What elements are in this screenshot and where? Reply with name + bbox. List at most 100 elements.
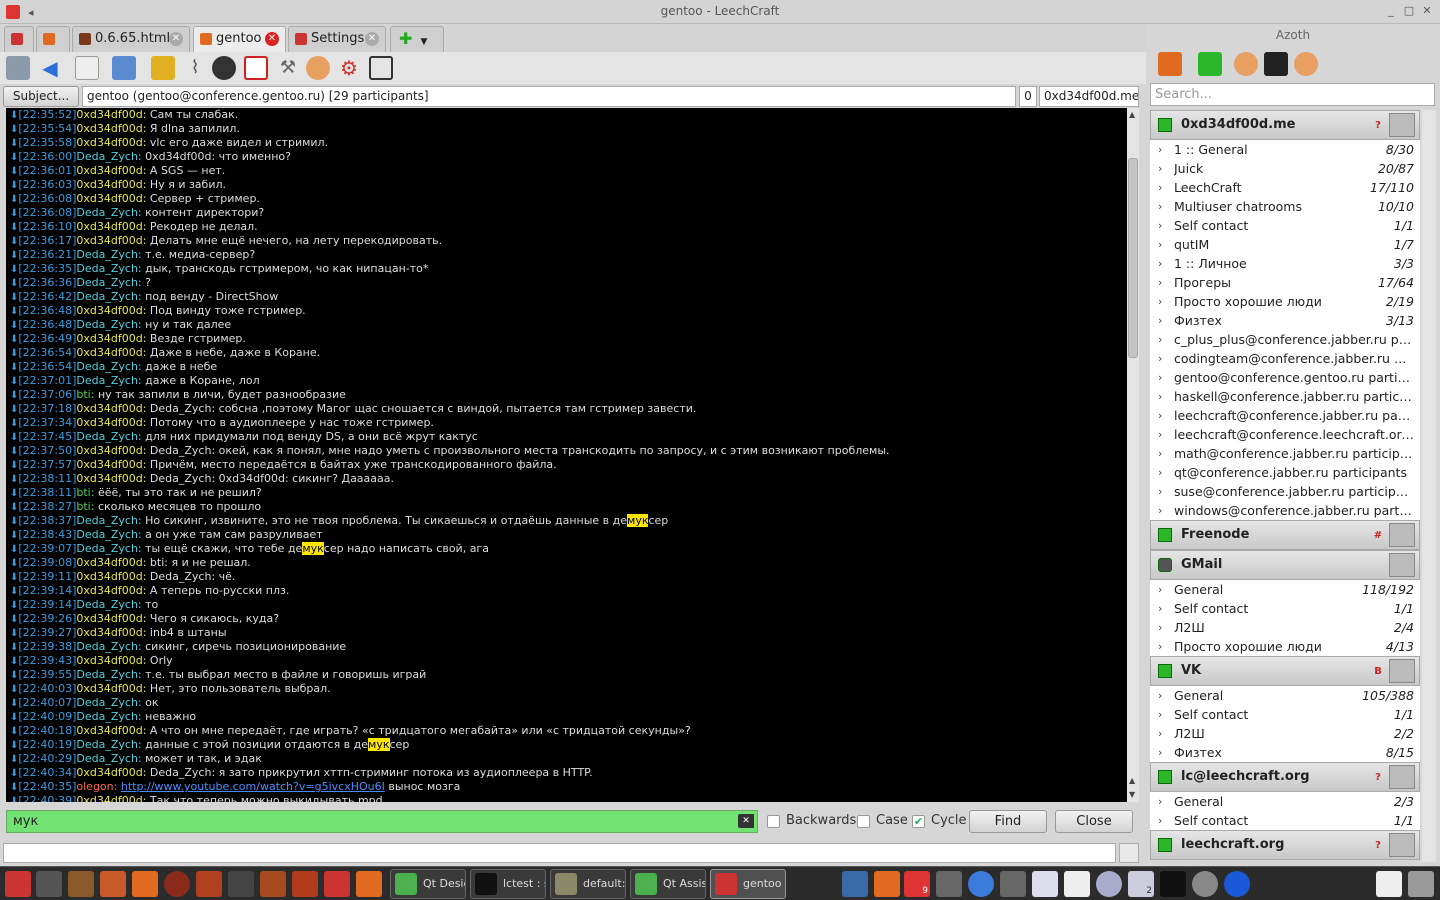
chevron-right-icon[interactable]: ›: [1158, 705, 1162, 724]
account-header[interactable]: Freenode #: [1150, 520, 1420, 550]
close-find-button[interactable]: Close: [1055, 810, 1133, 833]
user-icon[interactable]: [212, 56, 236, 80]
roster-group[interactable]: › leechcraft@conference.leechcraft.org pa…: [1150, 425, 1420, 444]
message-nick[interactable]: 0xd34df00d: [76, 654, 142, 667]
tools-icon[interactable]: ⚒: [276, 56, 300, 80]
message-nick[interactable]: Deda_Zych: [76, 262, 138, 275]
chevron-right-icon[interactable]: ›: [1158, 349, 1162, 368]
download-icon[interactable]: [68, 871, 94, 897]
roster-group[interactable]: › Self contact 1/1: [1150, 705, 1420, 724]
notes-icon[interactable]: [75, 56, 99, 80]
message-nick[interactable]: 0xd34df00d: [76, 472, 142, 485]
add-contact-icon[interactable]: [1234, 52, 1258, 76]
chevron-right-icon[interactable]: ›: [1158, 463, 1162, 482]
message-nick[interactable]: Deda_Zych: [76, 374, 138, 387]
chevron-right-icon[interactable]: ›: [1158, 425, 1162, 444]
roster-group[interactable]: › codingteam@conference.jabber.ru partici…: [1150, 349, 1420, 368]
send-file-icon[interactable]: [112, 56, 136, 80]
roster-group[interactable]: › math@conference.jabber.ru participants: [1150, 444, 1420, 463]
chevron-right-icon[interactable]: ›: [1158, 254, 1162, 273]
message-nick[interactable]: 0xd34df00d: [76, 766, 142, 779]
message-nick[interactable]: bti: [76, 486, 90, 499]
message-nick[interactable]: 0xd34df00d: [76, 584, 142, 597]
chevron-right-icon[interactable]: ›: [1158, 406, 1162, 425]
status-menu-icon[interactable]: [1158, 52, 1182, 76]
participants-icon[interactable]: [306, 56, 330, 80]
roster-group[interactable]: › Multiuser chatrooms 10/10: [1150, 197, 1420, 216]
tab-pinned-1[interactable]: [4, 26, 34, 52]
message-nick[interactable]: Deda_Zych: [76, 738, 138, 751]
roster-group[interactable]: › Л2Ш 2/2: [1150, 724, 1420, 743]
chevron-right-icon[interactable]: ›: [1158, 140, 1162, 159]
message-nick[interactable]: Deda_Zych: [76, 360, 138, 373]
task-default[interactable]: default: ...: [550, 869, 626, 899]
back-icon[interactable]: ◀: [38, 56, 62, 80]
leechcraft-launcher-icon[interactable]: [5, 871, 31, 897]
roster-group[interactable]: › General 2/3: [1150, 792, 1420, 811]
roster-group[interactable]: › Просто хорошие люди 2/19: [1150, 292, 1420, 311]
message-nick[interactable]: Deda_Zych: [76, 248, 138, 261]
system-settings-icon[interactable]: [1096, 871, 1122, 897]
settings-icon[interactable]: [228, 871, 254, 897]
message-nick[interactable]: Deda_Zych: [76, 206, 138, 219]
chevron-right-icon[interactable]: ›: [1158, 197, 1162, 216]
message-nick[interactable]: 0xd34df00d: [76, 682, 142, 695]
message-nick[interactable]: 0xd34df00d: [76, 304, 142, 317]
message-nick[interactable]: Deda_Zych: [76, 640, 138, 653]
roster-group[interactable]: › General 105/388: [1150, 686, 1420, 705]
editor-icon[interactable]: [100, 871, 126, 897]
roster-group[interactable]: › Л2Ш 2/4: [1150, 618, 1420, 637]
tab-settings[interactable]: Settings ✕: [288, 26, 386, 52]
message-nick[interactable]: Deda_Zych: [76, 542, 138, 555]
roster-scrollbar[interactable]: [1422, 110, 1436, 862]
roster-group[interactable]: › Физтех 3/13: [1150, 311, 1420, 330]
roster-group[interactable]: › General 118/192: [1150, 580, 1420, 599]
chevron-right-icon[interactable]: ›: [1158, 618, 1162, 637]
roster-group[interactable]: › Juick 20/87: [1150, 159, 1420, 178]
close-tab-icon[interactable]: ✕: [365, 32, 379, 46]
roster-group[interactable]: › Физтех 8/15: [1150, 743, 1420, 762]
chat-scrollbar[interactable]: ▲ ▲ ▼: [1127, 108, 1139, 802]
task-qt-designer[interactable]: Qt Desig...: [390, 869, 466, 899]
roster-group[interactable]: › c_plus_plus@conference.jabber.ru partic…: [1150, 330, 1420, 349]
chevron-right-icon[interactable]: ›: [1158, 311, 1162, 330]
roster-group[interactable]: › gentoo@conference.gentoo.ru participant…: [1150, 368, 1420, 387]
chevron-right-icon[interactable]: ›: [1158, 482, 1162, 501]
chat-notify-icon[interactable]: 2: [1128, 871, 1154, 897]
task-qt-assistant[interactable]: Qt Assis...: [630, 869, 706, 899]
chevron-right-icon[interactable]: ›: [1158, 387, 1162, 406]
configure-icon[interactable]: ⚙: [337, 56, 361, 80]
find-button[interactable]: Find: [969, 810, 1047, 833]
player-icon[interactable]: [132, 871, 158, 897]
roster-group[interactable]: › Self contact 1/1: [1150, 599, 1420, 618]
scroll-up-icon[interactable]: ▲: [1129, 110, 1135, 119]
scroll-up-icon[interactable]: ▲: [1129, 776, 1135, 785]
message-nick[interactable]: Deda_Zych: [76, 150, 138, 163]
message-nick[interactable]: Deda_Zych: [76, 710, 138, 723]
add-bookmark-icon[interactable]: [244, 56, 268, 80]
roster-group[interactable]: › Прогеры 17/64: [1150, 273, 1420, 292]
resize-grip-icon[interactable]: [1119, 843, 1139, 863]
chevron-right-icon[interactable]: ›: [1158, 792, 1162, 811]
mail-icon[interactable]: 9: [904, 871, 930, 897]
scroll-thumb[interactable]: [1128, 158, 1138, 358]
close-icon[interactable]: ✕: [1420, 4, 1434, 18]
message-nick[interactable]: 0xd34df00d: [76, 178, 142, 191]
clipboard-icon[interactable]: [1376, 871, 1402, 897]
message-nick[interactable]: Deda_Zych: [76, 318, 138, 331]
chat-icon[interactable]: [356, 871, 382, 897]
chevron-right-icon[interactable]: ›: [1158, 216, 1162, 235]
chevron-right-icon[interactable]: ›: [1158, 330, 1162, 349]
tools-icon[interactable]: [936, 871, 962, 897]
message-nick[interactable]: Deda_Zych: [76, 696, 138, 709]
message-nick[interactable]: Deda_Zych: [76, 752, 138, 765]
message-nick[interactable]: 0xd34df00d: [76, 556, 142, 569]
subject-field[interactable]: gentoo (gentoo@conference.gentoo.ru) [29…: [82, 86, 1016, 107]
volume-icon[interactable]: [1192, 871, 1218, 897]
message-nick[interactable]: 0xd34df00d: [76, 192, 142, 205]
chevron-right-icon[interactable]: ›: [1158, 235, 1162, 254]
account-header[interactable]: leechcraft.org?: [1150, 830, 1420, 860]
message-nick[interactable]: Deda_Zych: [76, 430, 138, 443]
message-nick[interactable]: olegon: [76, 780, 113, 793]
message-nick[interactable]: 0xd34df00d: [76, 724, 142, 737]
